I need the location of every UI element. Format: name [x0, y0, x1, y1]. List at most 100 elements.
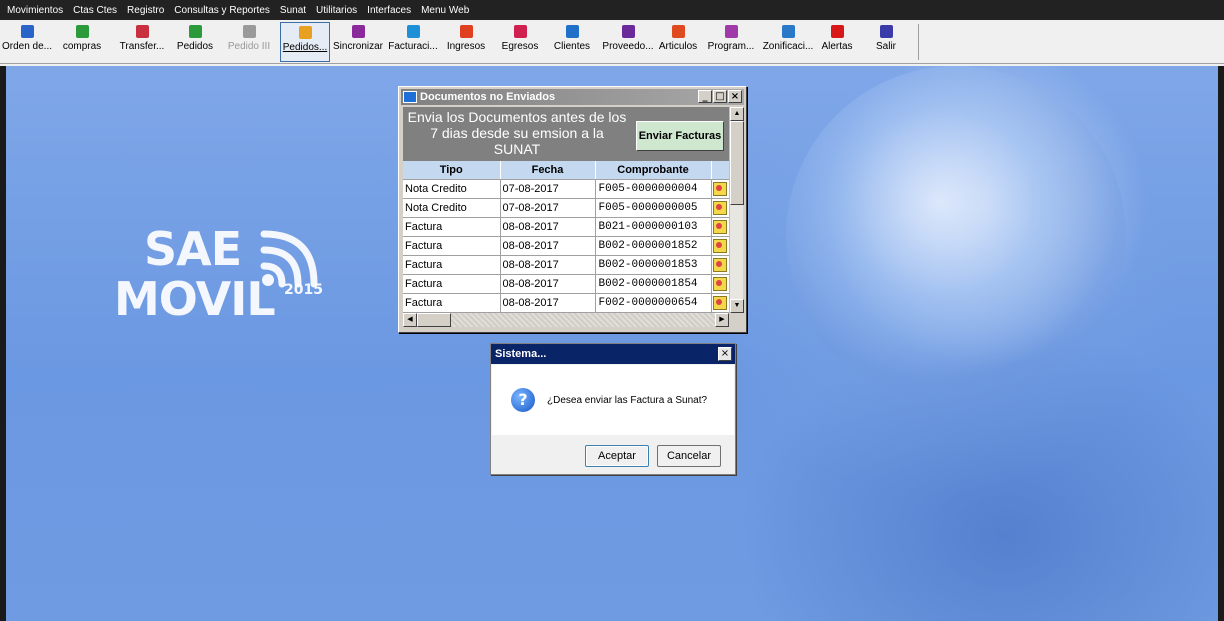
order-icon: [20, 25, 34, 38]
menu-item-sunat[interactable]: Sunat: [275, 5, 311, 16]
table-row[interactable]: Factura 08-08-2017 B002-0000001854: [403, 274, 729, 294]
cancel-button[interactable]: Cancelar: [657, 445, 721, 467]
cell-tipo: Factura: [403, 236, 501, 256]
send-document-icon[interactable]: [713, 276, 727, 291]
expenses-icon: [513, 25, 527, 38]
send-document-icon[interactable]: [713, 200, 727, 215]
toolbar-button-zone[interactable]: Zonificaci...: [760, 22, 816, 62]
window-title: Documentos no Enviados: [420, 91, 556, 103]
toolbar-button-alert[interactable]: Alertas: [818, 22, 856, 62]
toolbar-button-suppliers[interactable]: Proveedo...: [600, 22, 656, 62]
clients-icon: [565, 25, 579, 38]
table-row[interactable]: Nota Credito 07-08-2017 F005-0000000005: [403, 198, 729, 218]
column-header-comprobante[interactable]: Comprobante: [595, 161, 712, 180]
notice-panel: Envia los Documentos antes de los 7 dias…: [403, 107, 729, 161]
notice-message: Envia los Documentos antes de los 7 dias…: [407, 109, 627, 157]
cell-action[interactable]: [711, 236, 729, 256]
send-document-icon[interactable]: [713, 219, 727, 234]
menu-item-consultas-y-reportes[interactable]: Consultas y Reportes: [169, 5, 275, 16]
send-document-icon[interactable]: [713, 295, 727, 310]
window-app-icon: [403, 91, 417, 103]
accept-button[interactable]: Aceptar: [585, 445, 649, 467]
send-document-icon[interactable]: [713, 257, 727, 272]
column-header-tipo[interactable]: Tipo: [403, 161, 501, 180]
exit-icon: [879, 25, 893, 38]
menu-item-ctas-ctes[interactable]: Ctas Ctes: [68, 5, 122, 16]
menu-item-movimientos[interactable]: Movimientos: [2, 5, 68, 16]
cell-fecha: 08-08-2017: [500, 274, 596, 294]
toolbar-button-exit[interactable]: Salir: [868, 22, 904, 62]
toolbar-button-label: Ingresos: [446, 41, 486, 52]
send-document-icon[interactable]: [713, 181, 727, 196]
cell-action[interactable]: [711, 293, 729, 313]
table-row[interactable]: Nota Credito 07-08-2017 F005-0000000004: [403, 179, 729, 199]
toolbar-button-orders-list[interactable]: Pedidos...: [280, 22, 330, 62]
toolbar-button-label: Pedido III: [227, 41, 271, 52]
toolbar-button-invoice[interactable]: Facturaci...: [386, 22, 440, 62]
toolbar: Orden de... compras Transfer... Pedidos Pedi…: [0, 20, 1224, 64]
cell-action[interactable]: [711, 217, 729, 237]
scroll-right-arrow-icon[interactable]: ▶: [715, 313, 729, 327]
vertical-scroll-thumb[interactable]: [730, 121, 744, 205]
toolbar-button-order-3[interactable]: Pedido III: [226, 22, 272, 62]
toolbar-button-order[interactable]: Orden de...: [2, 22, 52, 62]
cell-action[interactable]: [711, 179, 729, 199]
send-invoices-button[interactable]: Enviar Facturas: [636, 121, 724, 151]
menu-item-interfaces[interactable]: Interfaces: [362, 5, 416, 16]
orders-icon: [188, 25, 202, 38]
toolbar-button-clients[interactable]: Clientes: [552, 22, 592, 62]
toolbar-button-program[interactable]: Program...: [705, 22, 757, 62]
logo-year: 2015: [284, 282, 323, 298]
cell-action[interactable]: [711, 198, 729, 218]
horizontal-scroll-thumb[interactable]: [417, 313, 451, 327]
toolbar-button-label: Pedidos...: [282, 42, 328, 53]
dialog-close-button[interactable]: ×: [718, 347, 732, 361]
column-header-fecha[interactable]: Fecha: [500, 161, 596, 180]
menu-item-utilitarios[interactable]: Utilitarios: [311, 5, 362, 16]
scroll-left-arrow-icon[interactable]: ◀: [403, 313, 417, 327]
cell-comprobante: F002-0000000654: [595, 293, 712, 313]
toolbar-button-label: Pedidos: [176, 41, 214, 52]
cell-fecha: 08-08-2017: [500, 217, 596, 237]
cell-tipo: Factura: [403, 293, 501, 313]
order-3-icon: [242, 25, 256, 38]
toolbar-button-orders[interactable]: Pedidos: [174, 22, 216, 62]
toolbar-button-sync[interactable]: Sincronizar: [332, 22, 384, 62]
table-row[interactable]: Factura 08-08-2017 F002-0000000654: [403, 293, 729, 313]
invoice-icon: [406, 25, 420, 38]
menu-item-registro[interactable]: Registro: [122, 5, 169, 16]
cell-comprobante: B002-0000001853: [595, 255, 712, 275]
purchases-icon: [75, 25, 89, 38]
cell-action[interactable]: [711, 274, 729, 294]
scroll-down-arrow-icon[interactable]: ▼: [730, 299, 744, 313]
toolbar-button-purchases[interactable]: compras: [56, 22, 108, 62]
toolbar-button-articles[interactable]: Articulos: [655, 22, 701, 62]
table-row[interactable]: Factura 08-08-2017 B021-0000000103: [403, 217, 729, 237]
minimize-button[interactable]: _: [698, 90, 712, 103]
toolbar-button-label: Clientes: [553, 41, 591, 52]
cell-comprobante: B002-0000001852: [595, 236, 712, 256]
menu-bar: Movimientos Ctas Ctes Registro Consultas y …: [0, 0, 1224, 20]
table-row[interactable]: Factura 08-08-2017 B002-0000001853: [403, 255, 729, 275]
cell-fecha: 08-08-2017: [500, 255, 596, 275]
window-title-bar[interactable]: Documentos no Enviados _ □ ×: [401, 89, 744, 105]
maximize-button[interactable]: □: [713, 90, 727, 103]
documents-window: Documentos no Enviados _ □ × Envia los D…: [398, 86, 747, 333]
cell-action[interactable]: [711, 255, 729, 275]
toolbar-button-income[interactable]: Ingresos: [442, 22, 490, 62]
horizontal-scrollbar[interactable]: ◀ ▶: [403, 313, 729, 327]
cell-comprobante: B021-0000000103: [595, 217, 712, 237]
toolbar-button-label: Facturaci...: [388, 41, 438, 52]
toolbar-button-label: Program...: [707, 41, 755, 52]
vertical-scrollbar[interactable]: ▲ ▼: [729, 107, 744, 313]
right-frame-edge: [1218, 66, 1224, 621]
question-icon: ?: [511, 388, 535, 412]
table-row[interactable]: Factura 08-08-2017 B002-0000001852: [403, 236, 729, 256]
dialog-title[interactable]: Sistema...: [491, 344, 735, 364]
send-document-icon[interactable]: [713, 238, 727, 253]
menu-item-menu-web[interactable]: Menu Web: [416, 5, 474, 16]
toolbar-button-expenses[interactable]: Egresos: [498, 22, 542, 62]
close-button[interactable]: ×: [728, 90, 742, 103]
scroll-up-arrow-icon[interactable]: ▲: [730, 107, 744, 121]
toolbar-button-transfer[interactable]: Transfer...: [116, 22, 168, 62]
